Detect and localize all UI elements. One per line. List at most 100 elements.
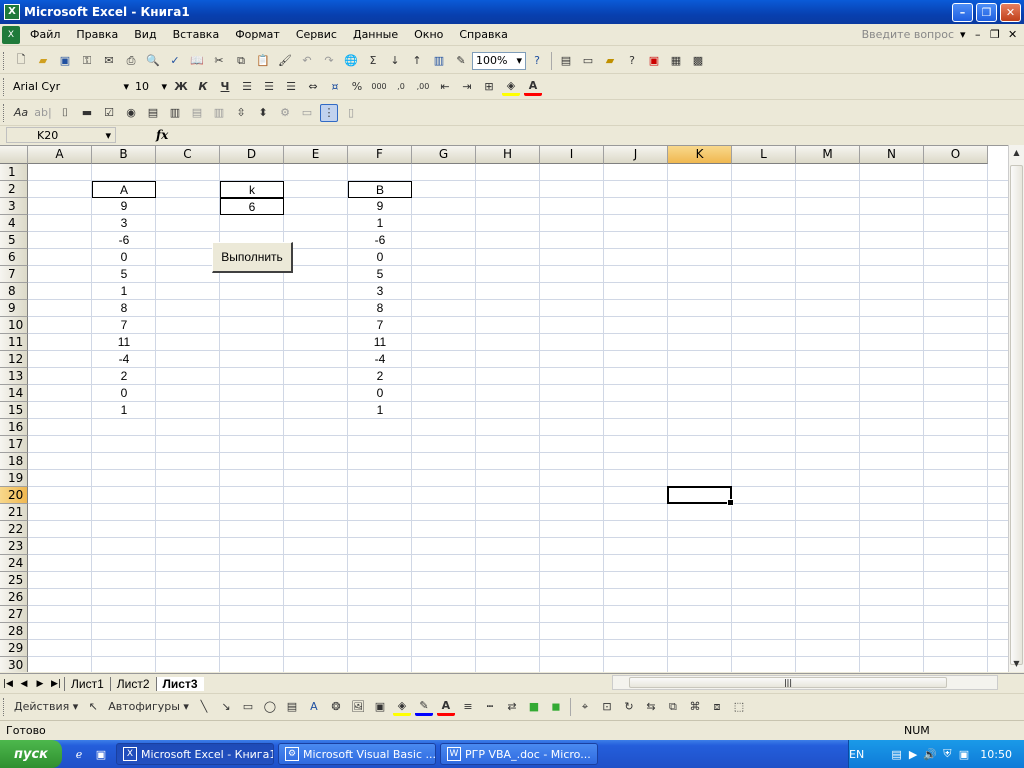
row-header-9[interactable]: 9: [0, 300, 28, 317]
select-all-corner[interactable]: [0, 146, 28, 164]
row-header-25[interactable]: 25: [0, 572, 28, 589]
group-icon[interactable]: ⧉: [664, 698, 682, 716]
row-header-27[interactable]: 27: [0, 606, 28, 623]
arrow-icon[interactable]: ↘: [217, 698, 235, 716]
row-header-20[interactable]: 20: [0, 487, 28, 504]
row-header-18[interactable]: 18: [0, 453, 28, 470]
doc-dropdown-icon[interactable]: ▾: [960, 28, 966, 41]
active-cell-k20[interactable]: [667, 486, 734, 506]
cell-b12[interactable]: -4: [92, 351, 156, 368]
row-header-12[interactable]: 12: [0, 351, 28, 368]
ungroup-icon[interactable]: ⌘: [686, 698, 704, 716]
cell-f15[interactable]: 1: [348, 402, 412, 419]
cell-b10[interactable]: 7: [92, 317, 156, 334]
cell-b14[interactable]: 0: [92, 385, 156, 402]
cell-f14[interactable]: 0: [348, 385, 412, 402]
column-header-l[interactable]: L: [732, 146, 796, 164]
cell-f13[interactable]: 2: [348, 368, 412, 385]
row-header-21[interactable]: 21: [0, 504, 28, 521]
sort-ascending-icon[interactable]: ↓: [386, 52, 404, 70]
cell-f10[interactable]: 7: [348, 317, 412, 334]
cell-f8[interactable]: 3: [348, 283, 412, 300]
open-icon[interactable]: ▰: [34, 52, 52, 70]
drawing-icon[interactable]: ✎: [452, 52, 470, 70]
shadow-icon[interactable]: ■: [525, 698, 543, 716]
combo-drop-icon[interactable]: ▥: [210, 104, 228, 122]
menu-data[interactable]: Данные: [345, 28, 406, 41]
diagram-icon[interactable]: ❂: [327, 698, 345, 716]
combo-box-icon[interactable]: ▥: [166, 104, 184, 122]
column-header-f[interactable]: F: [348, 146, 412, 164]
network-icon[interactable]: ▤: [890, 745, 903, 763]
fill-color-icon[interactable]: ◈: [502, 78, 520, 96]
3d-icon[interactable]: ◼: [547, 698, 565, 716]
align-icon[interactable]: ⊡: [598, 698, 616, 716]
row-header-14[interactable]: 14: [0, 385, 28, 402]
row-header-16[interactable]: 16: [0, 419, 28, 436]
cell-b13[interactable]: 2: [92, 368, 156, 385]
cell-b3[interactable]: 9: [92, 198, 156, 215]
line-style-icon[interactable]: ≡: [459, 698, 477, 716]
worksheet-grid[interactable]: ABCDEFGHIJKLMNO 1 2 3 4 5 6 7 8 9 10 11 12 13 14 15 16 1…: [0, 145, 1008, 672]
edit-points-icon[interactable]: ⌖: [576, 698, 594, 716]
dash-style-icon[interactable]: ┅: [481, 698, 499, 716]
cell-b15[interactable]: 1: [92, 402, 156, 419]
cell-b9[interactable]: 8: [92, 300, 156, 317]
tab-sheet3[interactable]: Лист3: [155, 676, 204, 691]
format-painter-icon[interactable]: 🖌: [276, 52, 294, 70]
query-icon[interactable]: ?: [623, 52, 641, 70]
oval-icon[interactable]: ◯: [261, 698, 279, 716]
copy-icon[interactable]: ⧉: [232, 52, 250, 70]
checkbox-icon[interactable]: ☑: [100, 104, 118, 122]
column-header-i[interactable]: I: [540, 146, 604, 164]
cell-f3[interactable]: 9: [348, 198, 412, 215]
task-vba[interactable]: ⚙ Microsoft Visual Basic ...: [278, 743, 436, 765]
increase-indent-icon[interactable]: ⇥: [458, 78, 476, 96]
row-header-24[interactable]: 24: [0, 555, 28, 572]
minimize-button[interactable]: –: [952, 2, 973, 22]
row-header-15[interactable]: 15: [0, 402, 28, 419]
cell-d3[interactable]: 6: [220, 198, 284, 215]
column-header-n[interactable]: N: [860, 146, 924, 164]
antivirus-icon[interactable]: ⛨: [941, 745, 954, 763]
font-select[interactable]: Arial Cyr ▾: [10, 78, 132, 96]
row-header-8[interactable]: 8: [0, 283, 28, 300]
row-header-28[interactable]: 28: [0, 623, 28, 640]
column-header-h[interactable]: H: [476, 146, 540, 164]
volume-icon[interactable]: 🔊: [923, 745, 937, 763]
form-field-icon[interactable]: ▭: [579, 52, 597, 70]
table-icon[interactable]: ▦: [667, 52, 685, 70]
list-box-icon[interactable]: ▤: [144, 104, 162, 122]
tab-sheet1[interactable]: Лист1: [64, 676, 110, 691]
ask-question-input[interactable]: Введите вопрос: [862, 28, 954, 41]
column-header-c[interactable]: C: [156, 146, 220, 164]
first-sheet-icon[interactable]: |◀: [0, 679, 16, 689]
textbox-icon[interactable]: ▤: [283, 698, 301, 716]
column-header-e[interactable]: E: [284, 146, 348, 164]
cell-f2[interactable]: B: [348, 181, 412, 198]
label-icon[interactable]: Aa: [12, 104, 30, 122]
doc-close-icon[interactable]: ✕: [1008, 28, 1017, 41]
bold-button[interactable]: Ж: [172, 78, 190, 96]
button-icon[interactable]: ▬: [78, 104, 96, 122]
toggle-grid-icon[interactable]: ⋮: [320, 103, 338, 122]
align-left-icon[interactable]: ☰: [238, 78, 256, 96]
actions-menu[interactable]: Действия ▾: [12, 698, 80, 716]
merge-center-icon[interactable]: ⇔: [304, 78, 322, 96]
chart-wizard-icon[interactable]: ▥: [430, 52, 448, 70]
column-header-b[interactable]: B: [92, 146, 156, 164]
menu-file[interactable]: Файл: [22, 28, 68, 41]
research-icon[interactable]: 📖: [188, 52, 206, 70]
line-icon[interactable]: ╲: [195, 698, 213, 716]
font-color-icon[interactable]: A: [524, 78, 542, 96]
new-icon[interactable]: 🗋: [12, 52, 30, 70]
row-header-17[interactable]: 17: [0, 436, 28, 453]
cell-b4[interactable]: 3: [92, 215, 156, 232]
menu-insert[interactable]: Вставка: [165, 28, 228, 41]
menu-tools[interactable]: Сервис: [288, 28, 345, 41]
increase-decimal-icon[interactable]: ,0: [392, 78, 410, 96]
media-icon[interactable]: ▶: [907, 745, 920, 763]
font-color-icon[interactable]: A: [436, 698, 455, 716]
autosum-icon[interactable]: Σ: [364, 52, 382, 70]
fx-icon[interactable]: fx: [156, 128, 168, 142]
